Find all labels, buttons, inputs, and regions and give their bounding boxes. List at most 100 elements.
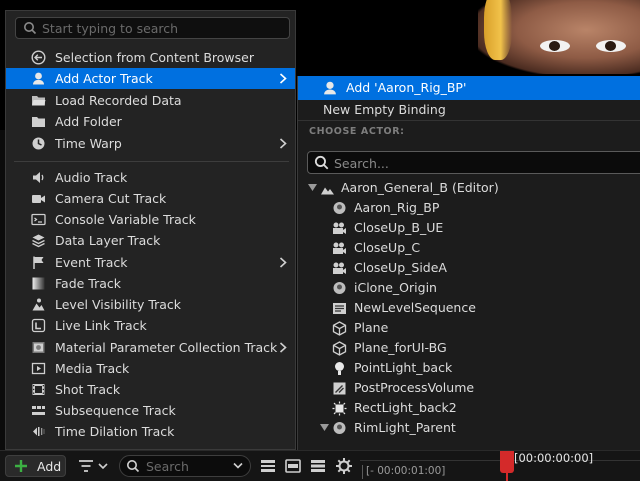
actor-search-box[interactable] (307, 151, 640, 174)
add-selected-actor-item[interactable]: Add 'Aaron_Rig_BP' (298, 76, 640, 100)
material-collection-icon (32, 342, 45, 353)
camera-cut-icon (32, 195, 45, 203)
menu-item-shot-track[interactable]: Shot Track (6, 379, 295, 400)
tree-row-label: CloseUp_C (354, 240, 421, 255)
actor-icon (333, 422, 346, 434)
menu-item-add-actor-track[interactable]: Add Actor Track (6, 68, 295, 89)
sequence-icon (333, 303, 346, 314)
menu-item-add-folder[interactable]: Add Folder (6, 111, 295, 132)
menu-item-time-warp[interactable]: Time Warp (6, 133, 295, 154)
collapse-tracks-icon[interactable] (259, 457, 277, 475)
timeline-start-marker (362, 465, 363, 479)
playhead-handle[interactable] (500, 451, 514, 473)
menu-item-subsequence-track[interactable]: Subsequence Track (6, 400, 295, 421)
menu-item-media-track[interactable]: Media Track (6, 358, 295, 379)
actor-search-input[interactable] (334, 154, 634, 172)
menu-item-label: Selection from Content Browser (55, 50, 254, 65)
film-icon (32, 384, 45, 395)
tree-row-actor[interactable]: NewLevelSequence (298, 298, 640, 318)
expanded-arrow-icon (320, 424, 329, 431)
add-track-label: Add (37, 459, 62, 474)
tree-row-label: RimLight_Parent (354, 420, 456, 435)
track-search-box[interactable] (119, 455, 251, 477)
tree-row-actor[interactable]: iClone_Origin (298, 278, 640, 298)
plus-icon (15, 460, 27, 472)
actor-icon (324, 81, 336, 95)
media-icon (31, 362, 46, 375)
chevron-down-icon[interactable] (233, 462, 243, 470)
menu-item-time-dilation-track[interactable]: Time Dilation Track (6, 421, 295, 442)
menu-item-live-link-track[interactable]: Live Link Track (6, 315, 295, 336)
tree-row-actor[interactable]: Plane_forUI-BG (298, 338, 640, 358)
submenu-separator (298, 120, 640, 121)
menu-item-event-track[interactable]: Event Track (6, 252, 295, 273)
menu-item-label: Level Visibility Track (55, 297, 182, 312)
gear-icon[interactable] (335, 457, 353, 475)
actor-icon (333, 202, 346, 214)
camera-icon (333, 262, 346, 274)
tree-row-level[interactable]: Aaron_General_B (Editor) (298, 178, 640, 198)
add-track-button[interactable]: Add (5, 455, 66, 477)
menu-item-label: Audio Track (55, 170, 128, 185)
menu-item-label: Shot Track (55, 382, 121, 397)
character-eye-right (596, 40, 626, 52)
tree-row-actor[interactable]: PostProcessVolume (298, 378, 640, 398)
filter-dropdown-icon[interactable] (77, 458, 111, 474)
menu-item-audio-track[interactable]: Audio Track (6, 167, 295, 188)
tree-row-actor[interactable]: RectLight_back2 (298, 398, 640, 418)
tree-row-actor[interactable]: Plane (298, 318, 640, 338)
chevron-right-icon (279, 138, 287, 149)
menu-separator (14, 161, 289, 162)
menu-item-fade-track[interactable]: Fade Track (6, 273, 295, 294)
menu-item-selection-from-content-browser[interactable]: Selection from Content Browser (6, 47, 295, 68)
tree-row-actor[interactable]: PointLight_back (298, 358, 640, 378)
tree-row-label: Plane (354, 320, 389, 335)
expand-tracks-icon[interactable] (284, 457, 302, 475)
actor-submenu: Add 'Aaron_Rig_BP' New Empty Binding CHO… (297, 76, 640, 450)
menu-item-label: Time Dilation Track (55, 424, 175, 439)
menu-item-console-variable-track[interactable]: Console Variable Track (6, 209, 295, 230)
tree-row-label: iClone_Origin (354, 280, 437, 295)
arrow-left-circle-icon (31, 50, 46, 65)
tree-row-label: CloseUp_SideA (354, 260, 447, 275)
new-empty-binding-item[interactable]: New Empty Binding (323, 102, 446, 117)
tree-row-label: Aaron_Rig_BP (354, 200, 440, 215)
timecode-range-start: [- 00:00:01:00] (366, 465, 446, 477)
level-icon (321, 187, 334, 195)
track-search-input[interactable] (146, 458, 226, 474)
subsequence-icon (32, 406, 45, 415)
live-link-icon (31, 318, 46, 333)
post-process-icon (333, 382, 346, 395)
menu-item-label: Add Actor Track (55, 71, 153, 86)
tree-row-actor[interactable]: Aaron_Rig_BP (298, 198, 640, 218)
menu-item-label: Fade Track (55, 276, 122, 291)
menu-item-label: Event Track (55, 255, 128, 270)
flag-icon (33, 256, 44, 269)
menu-item-level-visibility-track[interactable]: Level Visibility Track (6, 294, 295, 315)
search-icon (314, 155, 329, 170)
menu-item-material-parameter-collection-track[interactable]: Material Parameter Collection Track (6, 337, 295, 358)
actor-icon (33, 72, 44, 85)
tree-row-label: RectLight_back2 (354, 400, 457, 415)
menu-item-label: Live Link Track (55, 318, 147, 333)
search-icon (127, 460, 140, 473)
chevron-right-icon (279, 257, 287, 268)
point-light-icon (335, 362, 344, 375)
menu-search-input[interactable] (42, 19, 282, 37)
tree-row-actor[interactable]: CloseUp_C (298, 238, 640, 258)
clock-icon (32, 137, 45, 150)
menu-item-load-recorded-data[interactable]: Load Recorded Data (6, 90, 295, 111)
menu-item-camera-cut-track[interactable]: Camera Cut Track (6, 188, 295, 209)
tree-row-label: Aaron_General_B (Editor) (341, 180, 499, 195)
menu-search-box[interactable] (15, 17, 290, 39)
camera-icon (333, 222, 346, 234)
menu-item-label: Material Parameter Collection Track (55, 340, 278, 355)
character-eye-left (540, 40, 570, 52)
tree-row-actor[interactable]: RimLight_Parent (298, 418, 640, 438)
list-view-icon[interactable] (309, 457, 327, 475)
tree-row-actor[interactable]: CloseUp_B_UE (298, 218, 640, 238)
menu-item-data-layer-track[interactable]: Data Layer Track (6, 230, 295, 251)
tree-row-actor[interactable]: CloseUp_SideA (298, 258, 640, 278)
static-mesh-icon (332, 321, 347, 336)
current-timecode: [00:00:00:00] (514, 451, 594, 465)
